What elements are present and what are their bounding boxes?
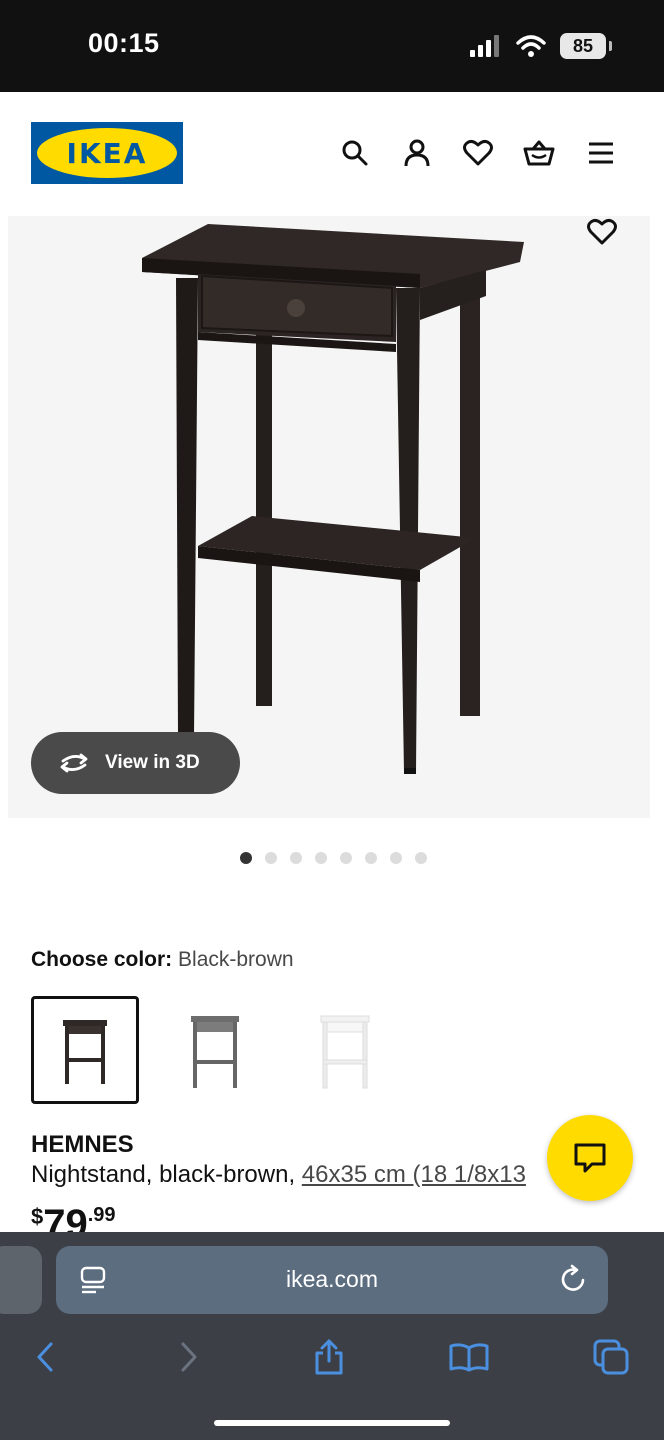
view-in-3d-button[interactable]: View in 3D <box>31 732 240 794</box>
price-integer: 79 <box>43 1204 88 1232</box>
price-decimal: .99 <box>87 1204 116 1226</box>
reload-icon[interactable] <box>560 1264 588 1299</box>
battery-indicator: 85 <box>560 33 612 59</box>
product-dimensions-link[interactable]: 46x35 cm (18 1/8x13 <box>302 1161 526 1188</box>
signal-icon <box>470 35 499 57</box>
search-icon[interactable] <box>338 136 372 170</box>
image-favorite-button[interactable] <box>580 210 624 254</box>
pager-dot[interactable] <box>290 852 302 864</box>
bookmarks-icon[interactable] <box>448 1336 490 1378</box>
heart-icon <box>587 218 617 245</box>
browser-toolbar: ikea.com <box>0 1232 664 1440</box>
pager-dot[interactable] <box>390 852 402 864</box>
browser-nav-row <box>0 1328 664 1384</box>
choose-color-label: Choose color: <box>31 948 173 971</box>
pager-dot[interactable] <box>265 852 277 864</box>
color-chooser-label: Choose color: Black-brown <box>31 948 294 972</box>
address-bar[interactable]: ikea.com <box>56 1246 608 1314</box>
favorites-icon[interactable] <box>461 136 495 170</box>
chat-button[interactable] <box>547 1115 633 1201</box>
wifi-icon <box>516 35 546 57</box>
nightstand-image <box>142 224 524 774</box>
share-icon[interactable] <box>308 1336 350 1378</box>
logo-oval: IKEA <box>37 128 177 178</box>
home-indicator[interactable] <box>214 1420 450 1426</box>
chat-icon <box>574 1143 606 1173</box>
ikea-logo[interactable]: IKEA <box>31 122 183 184</box>
swatch-white[interactable] <box>291 996 399 1104</box>
image-pager <box>240 852 427 864</box>
logo-text: IKEA <box>66 136 148 170</box>
site-header: IKEA <box>0 92 664 216</box>
menu-icon[interactable] <box>584 136 618 170</box>
swatch-black-brown[interactable] <box>31 996 139 1104</box>
product-price: $79.99 <box>31 1204 116 1232</box>
status-icons: 85 <box>470 30 612 62</box>
selected-color-value: Black-brown <box>178 948 294 971</box>
url-text: ikea.com <box>285 1266 379 1292</box>
account-icon[interactable] <box>400 136 434 170</box>
status-bar: 00:15 85 <box>0 0 664 92</box>
forward-icon[interactable] <box>168 1336 210 1378</box>
product-description: Nightstand, black-brown, 46x35 cm (18 1/… <box>31 1161 526 1189</box>
pager-dot[interactable] <box>340 852 352 864</box>
product-image[interactable] <box>8 216 650 818</box>
product-type: Nightstand, black-brown, <box>31 1161 302 1188</box>
basket-icon[interactable] <box>522 136 556 170</box>
view-in-3d-label: View in 3D <box>105 752 200 773</box>
pager-dot[interactable] <box>365 852 377 864</box>
status-time: 00:15 <box>88 28 160 58</box>
rotate-3d-icon <box>60 753 88 773</box>
previous-tab-preview[interactable] <box>0 1246 42 1314</box>
color-swatches <box>31 996 399 1104</box>
pager-dot[interactable] <box>415 852 427 864</box>
pager-dot[interactable] <box>240 852 252 864</box>
price-currency: $ <box>31 1204 44 1229</box>
back-icon[interactable] <box>24 1336 66 1378</box>
pager-dot[interactable] <box>315 852 327 864</box>
swatch-gray[interactable] <box>161 996 269 1104</box>
product-name: HEMNES <box>31 1131 134 1158</box>
tabs-icon[interactable] <box>590 1336 632 1378</box>
